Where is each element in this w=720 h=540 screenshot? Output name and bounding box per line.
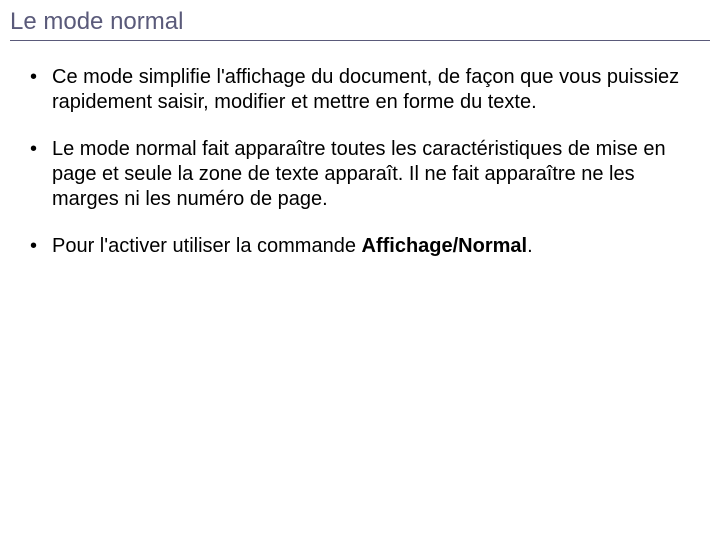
list-item: Pour l'activer utiliser la commande Affi…: [30, 234, 700, 259]
bullet-text-prefix: Pour l'activer utiliser la commande: [52, 235, 362, 257]
list-item: Le mode normal fait apparaître toutes le…: [30, 137, 700, 212]
slide: Le mode normal Ce mode simplifie l'affic…: [0, 0, 720, 540]
slide-title: Le mode normal: [10, 8, 710, 41]
bullet-text-suffix: .: [527, 235, 533, 257]
bullet-text-bold: Affichage/Normal: [362, 235, 528, 257]
bullet-text: Le mode normal fait apparaître toutes le…: [52, 138, 666, 210]
list-item: Ce mode simplifie l'affichage du documen…: [30, 65, 700, 115]
bullet-text: Ce mode simplifie l'affichage du documen…: [52, 66, 679, 113]
bullet-list: Ce mode simplifie l'affichage du documen…: [10, 65, 710, 259]
